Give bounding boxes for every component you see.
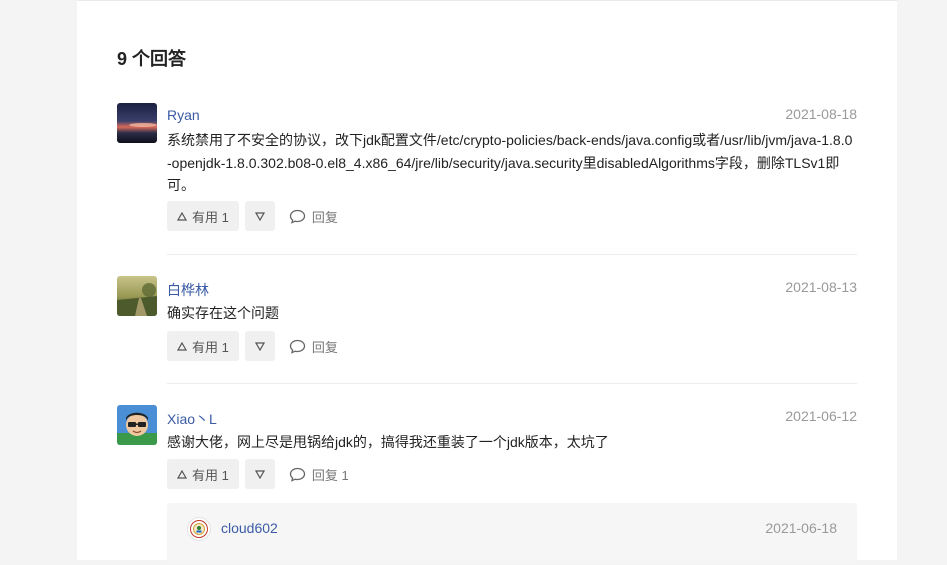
upvote-button[interactable]: 有用 1	[167, 201, 239, 231]
answer-actions: 有用 1 回复	[167, 201, 338, 231]
answer-date: 2021-08-13	[785, 279, 857, 295]
answer-author[interactable]: Ryan	[167, 107, 200, 123]
answer-item: 白桦林 2021-08-13 确实存在这个问题 有用 1 回复	[117, 276, 857, 366]
triangle-up-icon	[177, 341, 187, 351]
triangle-down-icon	[254, 341, 265, 351]
triangle-down-icon	[254, 469, 265, 479]
emblem-icon[interactable]	[187, 517, 211, 541]
triangle-down-icon	[254, 211, 265, 221]
downvote-button[interactable]	[244, 201, 275, 231]
triangle-up-icon	[177, 469, 187, 479]
avatar[interactable]	[117, 276, 157, 316]
reply-date: 2021-06-18	[765, 520, 837, 536]
answer-content: 确实存在这个问题	[167, 305, 279, 321]
nested-reply: cloud602 2021-06-18	[167, 503, 857, 563]
reply-button[interactable]: 回复	[289, 207, 338, 226]
divider	[167, 383, 857, 384]
reply-button[interactable]: 回复	[289, 337, 338, 356]
upvote-label: 有用 1	[192, 467, 229, 483]
answer-date: 2021-08-18	[785, 106, 857, 122]
answer-content: 感谢大佬，网上尽是甩锅给jdk的，搞得我还重装了一个jdk版本，太坑了	[167, 434, 609, 450]
triangle-up-icon	[177, 211, 187, 221]
answers-card: 9 个回答 Ryan 2021-08-18 系统禁用了不安全的协议，改下jdk配…	[77, 0, 897, 563]
answer-actions: 有用 1 回复	[167, 331, 338, 361]
comment-icon	[289, 209, 305, 224]
avatar[interactable]	[117, 405, 157, 445]
answer-author[interactable]: Xiao丶L	[167, 409, 217, 429]
downvote-button[interactable]	[244, 331, 275, 361]
answer-date: 2021-06-12	[785, 408, 857, 424]
reply-label: 回复 1	[311, 467, 349, 483]
answer-content: 系统禁用了不安全的协议，改下jdk配置文件/etc/crypto-policie…	[167, 132, 853, 193]
divider	[167, 254, 857, 255]
reply-label: 回复	[311, 209, 338, 225]
reply-author[interactable]: cloud602	[221, 520, 278, 536]
upvote-button[interactable]: 有用 1	[167, 331, 239, 361]
answer-author[interactable]: 白桦林	[167, 280, 209, 300]
reply-button[interactable]: 回复 1	[289, 465, 349, 484]
downvote-button[interactable]	[244, 459, 275, 489]
answer-item: Ryan 2021-08-18 系统禁用了不安全的协议，改下jdk配置文件/et…	[117, 103, 857, 253]
upvote-label: 有用 1	[192, 339, 229, 355]
comment-icon	[289, 467, 305, 482]
answer-item: Xiao丶L 2021-06-12 感谢大佬，网上尽是甩锅给jdk的，搞得我还重…	[117, 405, 857, 565]
answers-heading: 9 个回答	[117, 49, 187, 69]
reply-label: 回复	[311, 339, 338, 355]
answer-actions: 有用 1 回复 1	[167, 459, 349, 489]
upvote-label: 有用 1	[192, 209, 229, 225]
comment-icon	[289, 339, 305, 354]
upvote-button[interactable]: 有用 1	[167, 459, 239, 489]
avatar[interactable]	[117, 103, 157, 143]
